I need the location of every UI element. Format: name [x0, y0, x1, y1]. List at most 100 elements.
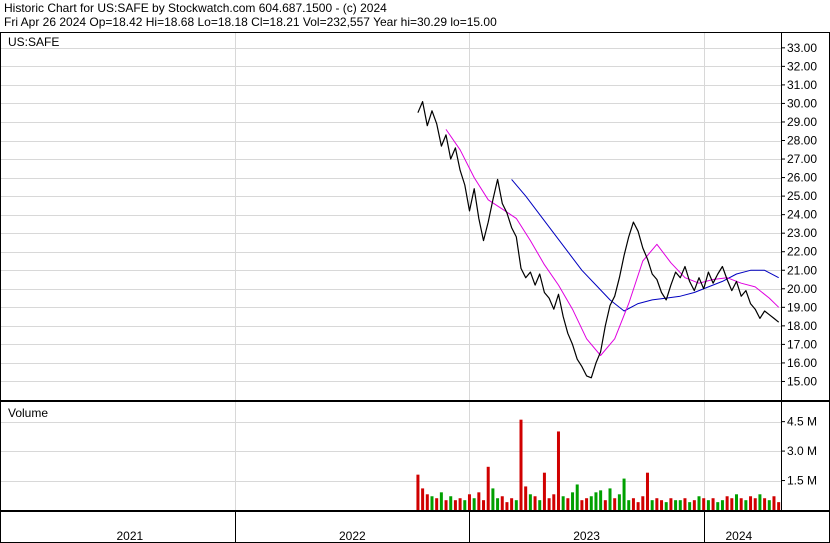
- long-moving-average-line: [511, 179, 779, 312]
- price-line: [417, 100, 780, 379]
- volume-bar: [528, 494, 532, 510]
- volume-bar: [613, 498, 617, 510]
- symbol-label: US:SAFE: [8, 35, 59, 49]
- volume-bar: [763, 498, 767, 510]
- volume-bar: [458, 498, 462, 510]
- volume-bar: [542, 472, 546, 510]
- volume-bar: [486, 466, 490, 510]
- volume-bar: [566, 498, 570, 510]
- volume-bar: [730, 498, 734, 510]
- volume-bar: [725, 496, 729, 510]
- volume-panel: [0, 401, 830, 511]
- volume-bar: [711, 498, 715, 510]
- price-tick-label: 20.00: [787, 282, 817, 296]
- volume-bar: [500, 496, 504, 510]
- volume-bar: [580, 500, 584, 510]
- price-tick-label: 27.00: [787, 152, 817, 166]
- volume-bar: [758, 494, 762, 510]
- volume-tick-label: 3.0 M: [787, 444, 817, 458]
- volume-bar: [463, 500, 467, 510]
- volume-bar: [416, 474, 420, 510]
- year-label: 2024: [725, 529, 752, 543]
- volume-bar: [617, 494, 621, 510]
- year-label: 2023: [573, 529, 600, 543]
- price-tick-label: 17.00: [787, 337, 817, 351]
- volume-bar: [734, 494, 738, 510]
- volume-bar: [716, 502, 720, 510]
- volume-bar: [510, 498, 514, 510]
- volume-tick-label: 4.5 M: [787, 415, 817, 429]
- price-panel: [0, 32, 830, 401]
- volume-bar: [627, 500, 631, 510]
- volume-bar: [453, 500, 457, 510]
- volume-bar: [706, 500, 710, 510]
- volume-bar: [575, 484, 579, 510]
- volume-bar: [720, 500, 724, 510]
- price-tick-label: 25.00: [787, 189, 817, 203]
- volume-bar: [571, 492, 575, 510]
- volume-bar: [655, 498, 659, 510]
- volume-bar: [688, 502, 692, 510]
- year-label: 2021: [116, 529, 143, 543]
- volume-bar: [561, 496, 565, 510]
- price-tick-label: 28.00: [787, 134, 817, 148]
- short-moving-average-line: [445, 129, 780, 356]
- price-tick-label: 21.00: [787, 263, 817, 277]
- price-tick-label: 16.00: [787, 356, 817, 370]
- volume-bar: [425, 494, 429, 510]
- volume-bar: [449, 496, 453, 510]
- price-tick-label: 24.00: [787, 208, 817, 222]
- volume-bar: [645, 472, 649, 510]
- price-axis-ticks: 33.00 32.00 31.00 30.00 29.00 28.00 27.00 26.00…: [781, 41, 817, 388]
- volume-bar: [514, 500, 518, 510]
- volume-bar: [749, 496, 753, 510]
- volume-bar: [772, 496, 776, 510]
- price-tick-label: 33.00: [787, 41, 817, 55]
- price-tick-label: 18.00: [787, 319, 817, 333]
- volume-bar: [439, 492, 443, 510]
- volume-bar: [594, 492, 598, 510]
- volume-label: Volume: [8, 406, 48, 420]
- stock-chart: US:SAFE Volume 33.00 32.00 31.00 30.00 29.00…: [0, 32, 830, 543]
- volume-bar: [650, 500, 654, 510]
- volume-axis-ticks: 4.5 M 3.0 M 1.5 M: [781, 415, 817, 488]
- volume-bar: [678, 500, 682, 510]
- price-tick-label: 26.00: [787, 171, 817, 185]
- volume-bar: [552, 494, 556, 510]
- volume-bar: [421, 488, 425, 510]
- price-tick-label: 31.00: [787, 78, 817, 92]
- price-tick-label: 15.00: [787, 374, 817, 388]
- volume-bar: [767, 500, 771, 510]
- volume-bar: [660, 500, 664, 510]
- volume-bar: [589, 496, 593, 510]
- volume-bar: [482, 500, 486, 510]
- price-tick-label: 19.00: [787, 300, 817, 314]
- volume-bar: [636, 502, 640, 510]
- volume-bar: [683, 498, 687, 510]
- volume-bar: [519, 419, 523, 510]
- volume-bar: [505, 502, 509, 510]
- volume-bar: [744, 500, 748, 510]
- volume-bar: [674, 500, 678, 510]
- volume-bar: [697, 496, 701, 510]
- price-tick-label: 23.00: [787, 226, 817, 240]
- price-lines: [417, 100, 780, 379]
- volume-bar: [524, 486, 528, 510]
- volume-bar: [641, 496, 645, 510]
- volume-bar: [435, 498, 439, 510]
- price-tick-label: 32.00: [787, 59, 817, 73]
- volume-bar: [622, 478, 626, 510]
- chart-frame: [0, 32, 830, 543]
- volume-bar: [496, 498, 500, 510]
- volume-bar: [430, 496, 434, 510]
- price-tick-label: 29.00: [787, 115, 817, 129]
- volume-bar: [702, 498, 706, 510]
- volume-bar: [669, 498, 673, 510]
- volume-bars: [416, 419, 781, 510]
- volume-bar: [739, 498, 743, 510]
- volume-bar: [533, 496, 537, 510]
- volume-bar: [608, 488, 612, 510]
- volume-bar: [777, 502, 781, 510]
- volume-tick-label: 1.5 M: [787, 474, 817, 488]
- volume-bar: [664, 502, 668, 510]
